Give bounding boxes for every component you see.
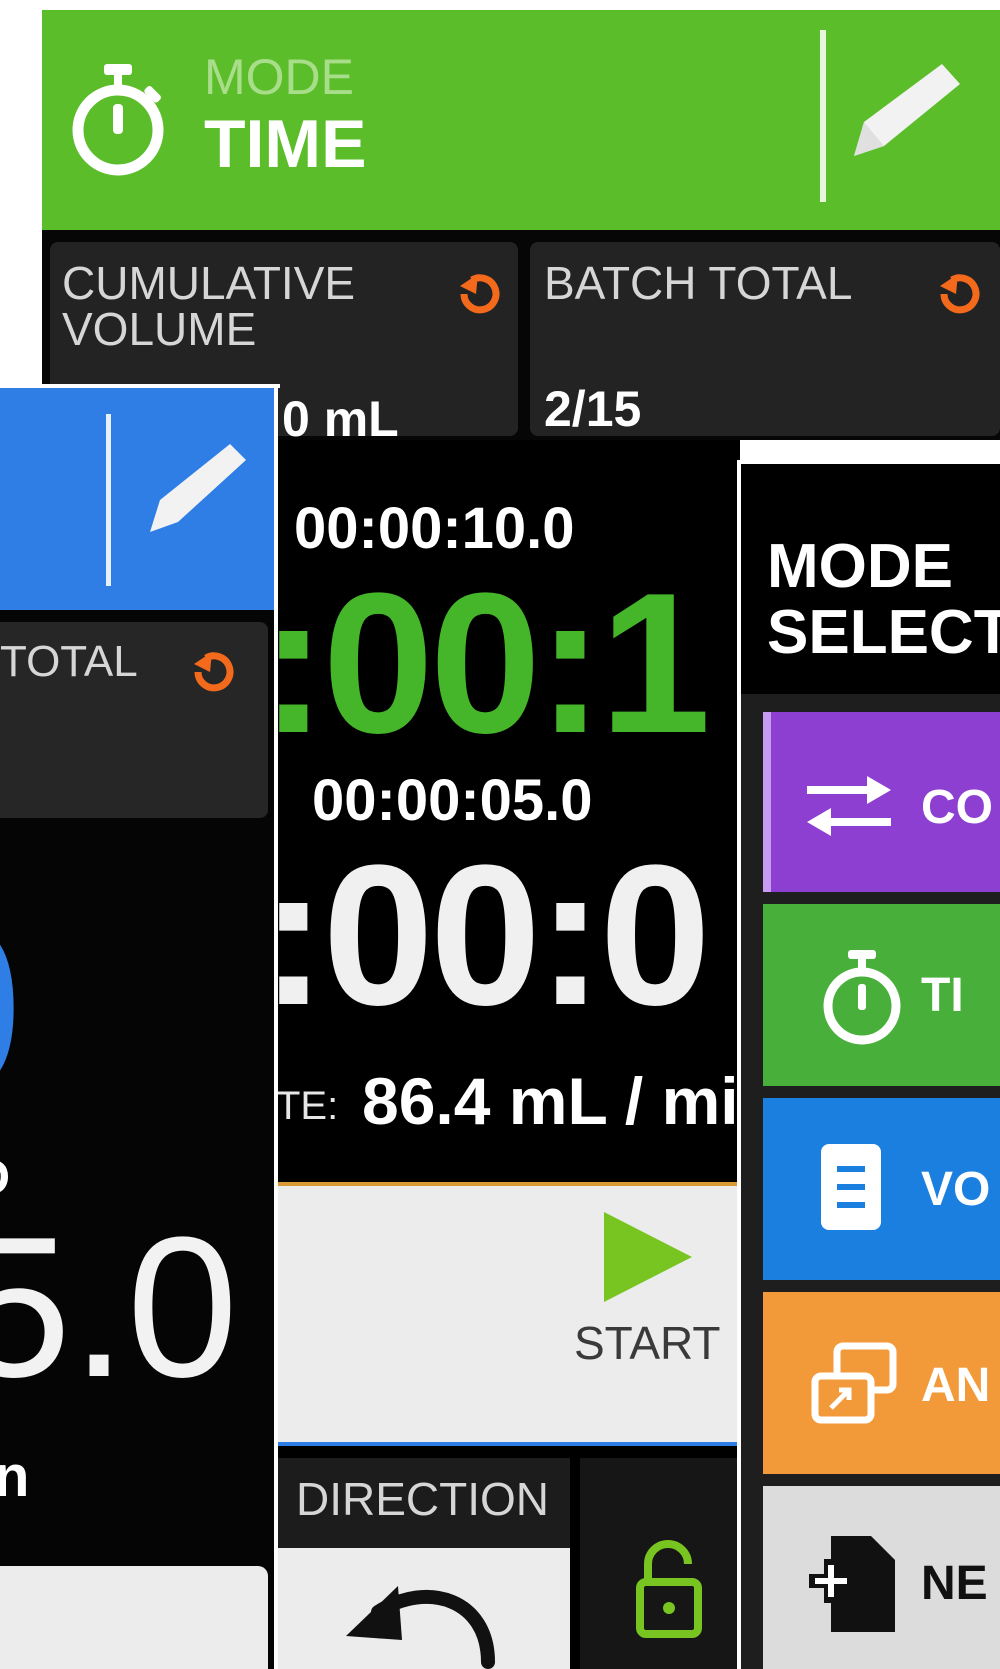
batch-total-card: TOTAL	[0, 622, 268, 818]
frame-border	[737, 460, 1000, 464]
mode-value: TIME	[204, 106, 367, 182]
start-button[interactable]: START	[278, 1186, 740, 1442]
mode-item-continuous[interactable]: CO	[763, 712, 1000, 892]
stopwatch-icon	[72, 64, 164, 176]
batch-total-card: BATCH TOTAL 2/15	[530, 242, 1000, 436]
frame-border	[737, 460, 741, 1669]
batch-total-value: 2/15	[544, 381, 642, 437]
start-label: START	[574, 1317, 721, 1369]
frame-border	[0, 384, 280, 388]
rotate-left-icon	[346, 1586, 495, 1669]
pencil-icon[interactable]	[842, 62, 972, 162]
mode-item-label: NE	[921, 1557, 988, 1610]
mode-item-label: TI	[921, 969, 964, 1022]
volume-remaining-value: 0	[0, 888, 23, 1128]
swap-arrows-icon	[807, 776, 891, 836]
mode-select-header: MODE SELECT	[741, 464, 1000, 694]
volume-mode-screen: TOTAL 0 D 5.0 n	[0, 388, 278, 1669]
volume-unit: n	[0, 1444, 30, 1509]
rate-label: TE:	[278, 1084, 339, 1128]
reset-icon[interactable]	[930, 266, 986, 322]
new-file-icon	[809, 1536, 895, 1632]
time-mode-screen: MODE TIME CUMULATIVE VOLUME BATCH TOTAL …	[42, 10, 1000, 440]
reset-icon[interactable]	[450, 266, 506, 322]
set-time-1: 00:00:10.0	[294, 496, 575, 561]
mode-header[interactable]: MODE TIME	[42, 10, 1000, 230]
pencil-icon[interactable]	[140, 438, 250, 538]
direction-panel: DIRECTION	[278, 1458, 570, 1669]
mode-item-label: CO	[921, 781, 993, 834]
mode-item-label: AN	[921, 1359, 991, 1412]
rate-value: 86.4 mL / mi	[362, 1064, 739, 1138]
unlock-icon[interactable]	[636, 1540, 706, 1640]
stopwatch-icon	[823, 950, 901, 1045]
mode-item-antibiotic[interactable]: AN	[763, 1292, 1000, 1474]
mode-select-title-line2: SELECT	[767, 598, 1000, 667]
batch-total-label: BATCH TOTAL	[544, 257, 853, 309]
cumulative-volume-value: 0 mL	[282, 391, 399, 447]
mode-item-label: VO	[921, 1163, 991, 1216]
mode-item-new[interactable]: NE	[763, 1486, 1000, 1669]
lock-panel	[580, 1458, 740, 1669]
divider	[278, 1442, 740, 1446]
countdown-2: :00:0	[278, 824, 711, 1047]
document-icon	[821, 1144, 881, 1230]
mode-select-title: MODE	[767, 532, 953, 601]
open-window-icon	[811, 1342, 897, 1424]
countdown-1: :00:1	[278, 552, 711, 775]
set-time-2: 00:00:05.0	[312, 768, 593, 833]
mode-header[interactable]	[0, 388, 278, 610]
direction-button[interactable]	[278, 1548, 570, 1669]
cumulative-volume-label-line2: VOLUME	[62, 303, 257, 355]
batch-total-label: TOTAL	[0, 637, 138, 686]
volume-set-value: 5.0	[0, 1196, 239, 1419]
frame-border	[274, 384, 278, 1669]
direction-label: DIRECTION	[296, 1473, 549, 1525]
cumulative-volume-label: CUMULATIVE	[62, 257, 356, 309]
divider	[820, 30, 826, 202]
timer-panel: 00:00:10.0 :00:1 00:00:05.0 :00:0 TE: 86…	[278, 440, 740, 1669]
play-icon	[604, 1212, 692, 1302]
mode-select-screen: MODE SELECT CO TI VO AN NE	[741, 464, 1000, 1669]
start-button[interactable]	[0, 1566, 268, 1669]
divider	[106, 414, 111, 586]
mode-item-volume[interactable]: VO	[763, 1098, 1000, 1280]
reset-icon[interactable]	[184, 644, 240, 700]
mode-label: MODE	[204, 49, 354, 105]
mode-item-time[interactable]: TI	[763, 904, 1000, 1086]
volume-label: D	[0, 1152, 10, 1202]
